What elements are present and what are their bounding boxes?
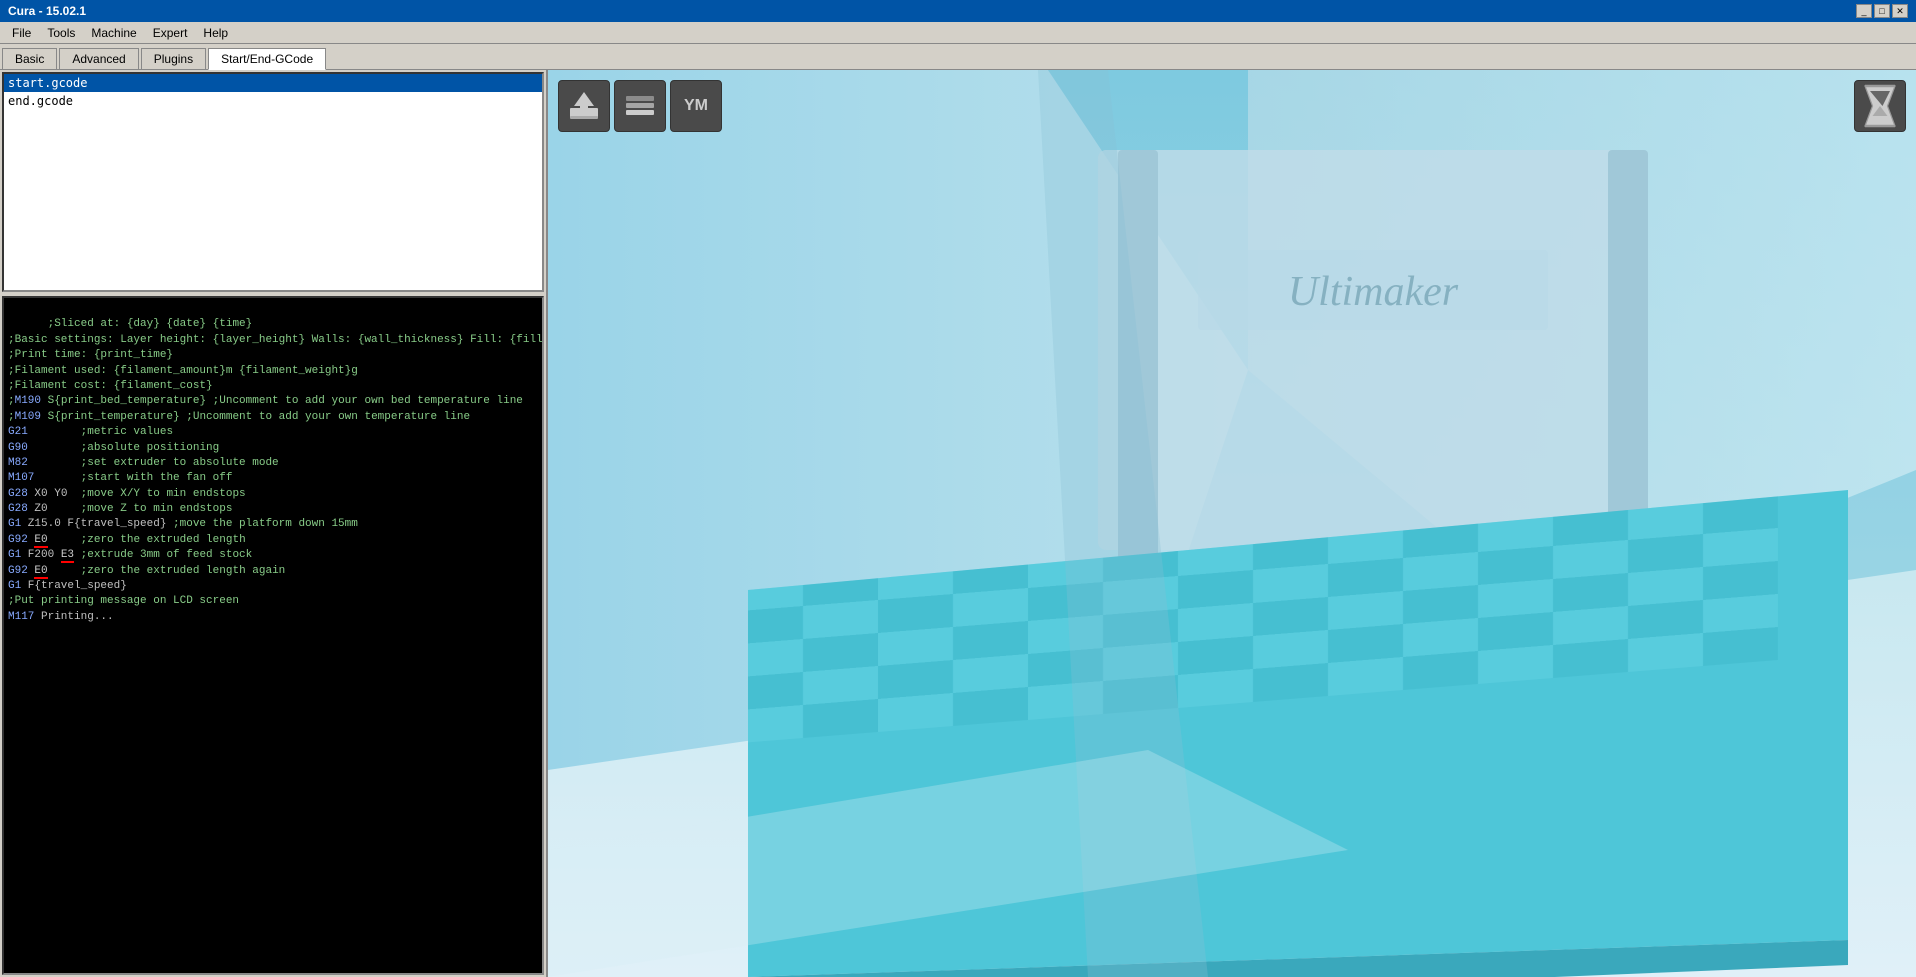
menu-tools[interactable]: Tools [39, 24, 83, 42]
minimize-button[interactable]: _ [1856, 4, 1872, 18]
close-button[interactable]: ✕ [1892, 4, 1908, 18]
left-panel: start.gcode end.gcode ;Sliced at: {day} … [0, 70, 548, 977]
tab-bar: Basic Advanced Plugins Start/End-GCode [0, 44, 1916, 70]
tab-start-end-gcode[interactable]: Start/End-GCode [208, 48, 326, 70]
title-bar: Cura - 15.02.1 _ □ ✕ [0, 0, 1916, 22]
3d-view-panel: YM [548, 70, 1916, 977]
window-controls: _ □ ✕ [1856, 4, 1908, 18]
tab-plugins[interactable]: Plugins [141, 48, 206, 69]
ym-button[interactable]: YM [670, 80, 722, 132]
top-right-button[interactable] [1854, 80, 1906, 132]
menu-expert[interactable]: Expert [145, 24, 196, 42]
menu-help[interactable]: Help [195, 24, 236, 42]
file-item-start[interactable]: start.gcode [4, 74, 542, 92]
printer-scene: Ultimaker [548, 70, 1916, 977]
app-title: Cura - 15.02.1 [8, 4, 86, 18]
hourglass-icon [1855, 81, 1905, 131]
file-list[interactable]: start.gcode end.gcode [2, 72, 544, 292]
menu-file[interactable]: File [4, 24, 39, 42]
load-icon [566, 88, 602, 124]
menu-bar: File Tools Machine Expert Help [0, 22, 1916, 44]
tab-basic[interactable]: Basic [2, 48, 57, 69]
file-item-end[interactable]: end.gcode [4, 92, 542, 110]
gcode-content: ;Sliced at: {day} {date} {time} ;Basic s… [8, 318, 544, 622]
maximize-button[interactable]: □ [1874, 4, 1890, 18]
gcode-editor[interactable]: ;Sliced at: {day} {date} {time} ;Basic s… [2, 296, 544, 975]
toolbar: YM [558, 80, 722, 132]
layers-button[interactable] [614, 80, 666, 132]
load-button[interactable] [558, 80, 610, 132]
menu-machine[interactable]: Machine [83, 24, 144, 42]
svg-text:Ultimaker: Ultimaker [1288, 269, 1459, 315]
layers-icon [622, 88, 658, 124]
main-layout: start.gcode end.gcode ;Sliced at: {day} … [0, 70, 1916, 977]
ym-label: YM [684, 97, 708, 115]
tab-advanced[interactable]: Advanced [59, 48, 138, 69]
